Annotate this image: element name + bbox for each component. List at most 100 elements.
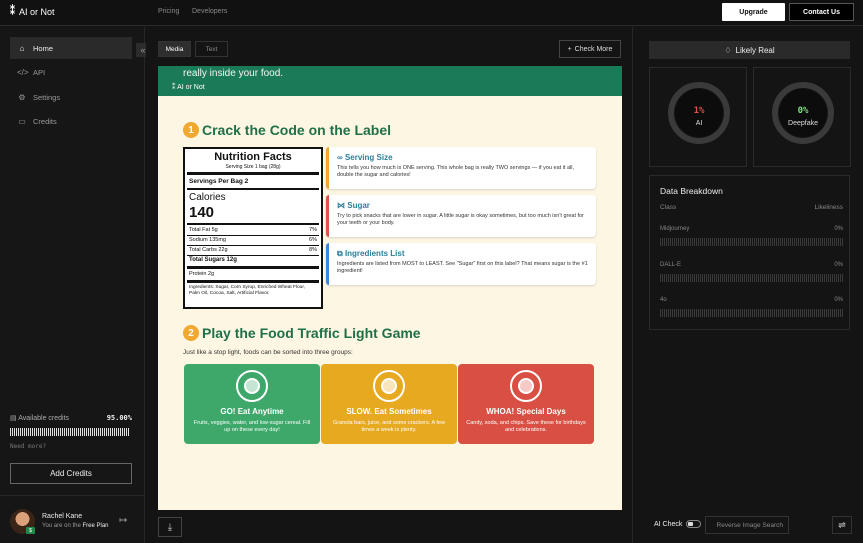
- nav-pricing[interactable]: Pricing: [158, 8, 179, 15]
- likeliness-bar: [660, 309, 843, 317]
- nutrient-row: Sodium 135mg 6%: [189, 237, 317, 243]
- user-plan: You are on the Free Plan: [42, 523, 109, 529]
- traffic-card-yellow: SLOW. Eat Sometimes Granola bars, juice,…: [321, 364, 457, 444]
- row-name: Midjourney: [660, 226, 690, 232]
- card-title: SLOW. Eat Sometimes: [346, 407, 432, 416]
- sidebar-item-credits[interactable]: ▭ Credits: [10, 110, 132, 132]
- code-icon: </>: [17, 67, 29, 77]
- download-icon: ⤓: [167, 521, 173, 533]
- data-breakdown: Data Breakdown Class Likeliness Midjourne…: [649, 175, 850, 330]
- tip-title: ∞ Serving Size: [337, 153, 393, 162]
- glasses-icon: ∞: [337, 153, 345, 162]
- user-plan-name: Free Plan: [82, 523, 109, 529]
- divider: [0, 495, 145, 496]
- tip-title: ⋈ Sugar: [337, 201, 370, 210]
- deepfake-gauge: 0% Deepfake: [753, 67, 851, 167]
- image-preview: really inside your food. ⁑ AI or Not 1 C…: [158, 66, 622, 510]
- credits-label-text: Available credits: [18, 415, 70, 422]
- nutrient-pct: 6%: [309, 237, 317, 243]
- tip-accent: [326, 147, 329, 189]
- check-more-button[interactable]: + Check More: [559, 40, 621, 58]
- nutrient-row: Total Carbs 22g 8%: [189, 247, 317, 253]
- card-title: WHOA! Special Days: [486, 407, 566, 416]
- need-more-text: Need more?: [10, 443, 47, 450]
- tip-title-text: Ingredients List: [344, 249, 405, 258]
- breakdown-row: 4o 0%: [660, 297, 843, 303]
- tip-card-ingredients: ⧉ Ingredients List Ingredients are liste…: [326, 243, 596, 285]
- divider: [187, 245, 319, 246]
- row-name: DALL-E: [660, 262, 682, 268]
- red-light-icon: [510, 370, 542, 402]
- sidebar-item-label: Settings: [33, 92, 61, 102]
- section-1-number: 1: [183, 122, 199, 138]
- total-sugars: Total Sugars 12g: [189, 257, 237, 263]
- tab-media[interactable]: Media: [158, 41, 191, 57]
- nav-developers[interactable]: Developers: [192, 8, 227, 15]
- breakdown-header: Class Likeliness: [660, 204, 843, 211]
- toggle-switch[interactable]: [686, 520, 702, 528]
- banner-text: really inside your food.: [183, 68, 284, 79]
- list-icon: ⧉: [337, 249, 345, 258]
- contact-button[interactable]: Contact Us: [789, 3, 854, 21]
- green-light-icon: [236, 370, 268, 402]
- reverse-image-search-button[interactable]: Reverse Image Search: [705, 516, 789, 534]
- tip-title-text: Serving Size: [344, 153, 393, 162]
- col-class: Class: [660, 204, 677, 211]
- nutrient-name: Total Carbs 22g: [189, 247, 228, 253]
- row-value: 0%: [834, 297, 843, 303]
- download-button[interactable]: ⤓: [158, 517, 182, 537]
- col-likeliness: Likeliness: [814, 204, 843, 211]
- brand-name: AI or Not: [19, 6, 55, 17]
- tip-accent: [326, 243, 329, 285]
- tip-title: ⧉ Ingredients List: [337, 249, 405, 259]
- sidebar-item-home[interactable]: ⌂ Home: [10, 37, 132, 59]
- breakdown-title: Data Breakdown: [660, 186, 723, 196]
- deepfake-label: Deepfake: [788, 120, 818, 127]
- divider: [187, 188, 319, 190]
- card-body: Fruits, veggies, water, and low-sugar ce…: [193, 420, 311, 434]
- tip-title-text: Sugar: [347, 201, 370, 210]
- sliders-icon[interactable]: ⇌: [832, 516, 852, 534]
- verdict-text: Likely Real: [735, 45, 775, 55]
- double-chevron-left-icon: «: [140, 45, 146, 55]
- deepfake-score: 0%: [797, 106, 809, 116]
- logout-icon[interactable]: ↦: [119, 515, 127, 526]
- nutrient-pct: 8%: [309, 247, 317, 253]
- divider: [187, 235, 319, 236]
- nutrient-name: Sodium 135mg: [189, 237, 226, 243]
- nutrition-title: Nutrition Facts: [214, 151, 292, 163]
- tip-body: Try to pick snacks that are lower in sug…: [337, 213, 584, 227]
- nutrition-label: Nutrition Facts Serving Size 1 bag (28g)…: [183, 147, 323, 309]
- card-body: Candy, soda, and chips. Save these for b…: [466, 420, 586, 434]
- section-1-title: Crack the Code on the Label: [202, 122, 392, 138]
- row-name: 4o: [660, 297, 667, 303]
- credits-value: 95.00%: [106, 414, 132, 422]
- card-icon: ▭: [18, 116, 26, 126]
- ai-gauge: 1% AI: [649, 67, 747, 167]
- banner-logo-text: AI or Not: [177, 84, 205, 91]
- divider: [187, 280, 319, 283]
- breakdown-row: DALL-E 0%: [660, 262, 843, 268]
- tip-accent: [326, 195, 329, 237]
- yellow-light-icon: [373, 370, 405, 402]
- bulb-icon: ♢: [724, 45, 732, 55]
- brand-logo[interactable]: ⁑ AI or Not: [10, 6, 55, 17]
- divider: [187, 223, 319, 225]
- home-icon: ⌂: [19, 43, 25, 53]
- likeliness-bar: [660, 238, 843, 246]
- ingredients: Ingredients: Sugar, Corn Syrup, Enriched…: [189, 285, 305, 297]
- card-body: Granola bars, juice, and some crackers. …: [333, 420, 445, 434]
- banner-logo: ⁑ AI or Not: [172, 84, 205, 91]
- add-credits-button[interactable]: Add Credits: [10, 463, 132, 484]
- user-name: Rachel Kane: [42, 513, 83, 520]
- tip-card-serving-size: ∞ Serving Size This tells you how much i…: [326, 147, 596, 189]
- ai-check-toggle[interactable]: AI Check: [654, 520, 702, 528]
- sidebar-item-settings[interactable]: ⚙ Settings: [10, 86, 132, 108]
- divider: [187, 255, 319, 256]
- tab-text[interactable]: Text: [195, 41, 228, 57]
- ai-score: 1%: [693, 106, 705, 116]
- gear-icon: ⚙: [18, 92, 26, 102]
- verdict-banner: ♢ Likely Real: [649, 41, 850, 59]
- upgrade-button[interactable]: Upgrade: [722, 3, 785, 21]
- sidebar-item-api[interactable]: </> API: [10, 61, 132, 83]
